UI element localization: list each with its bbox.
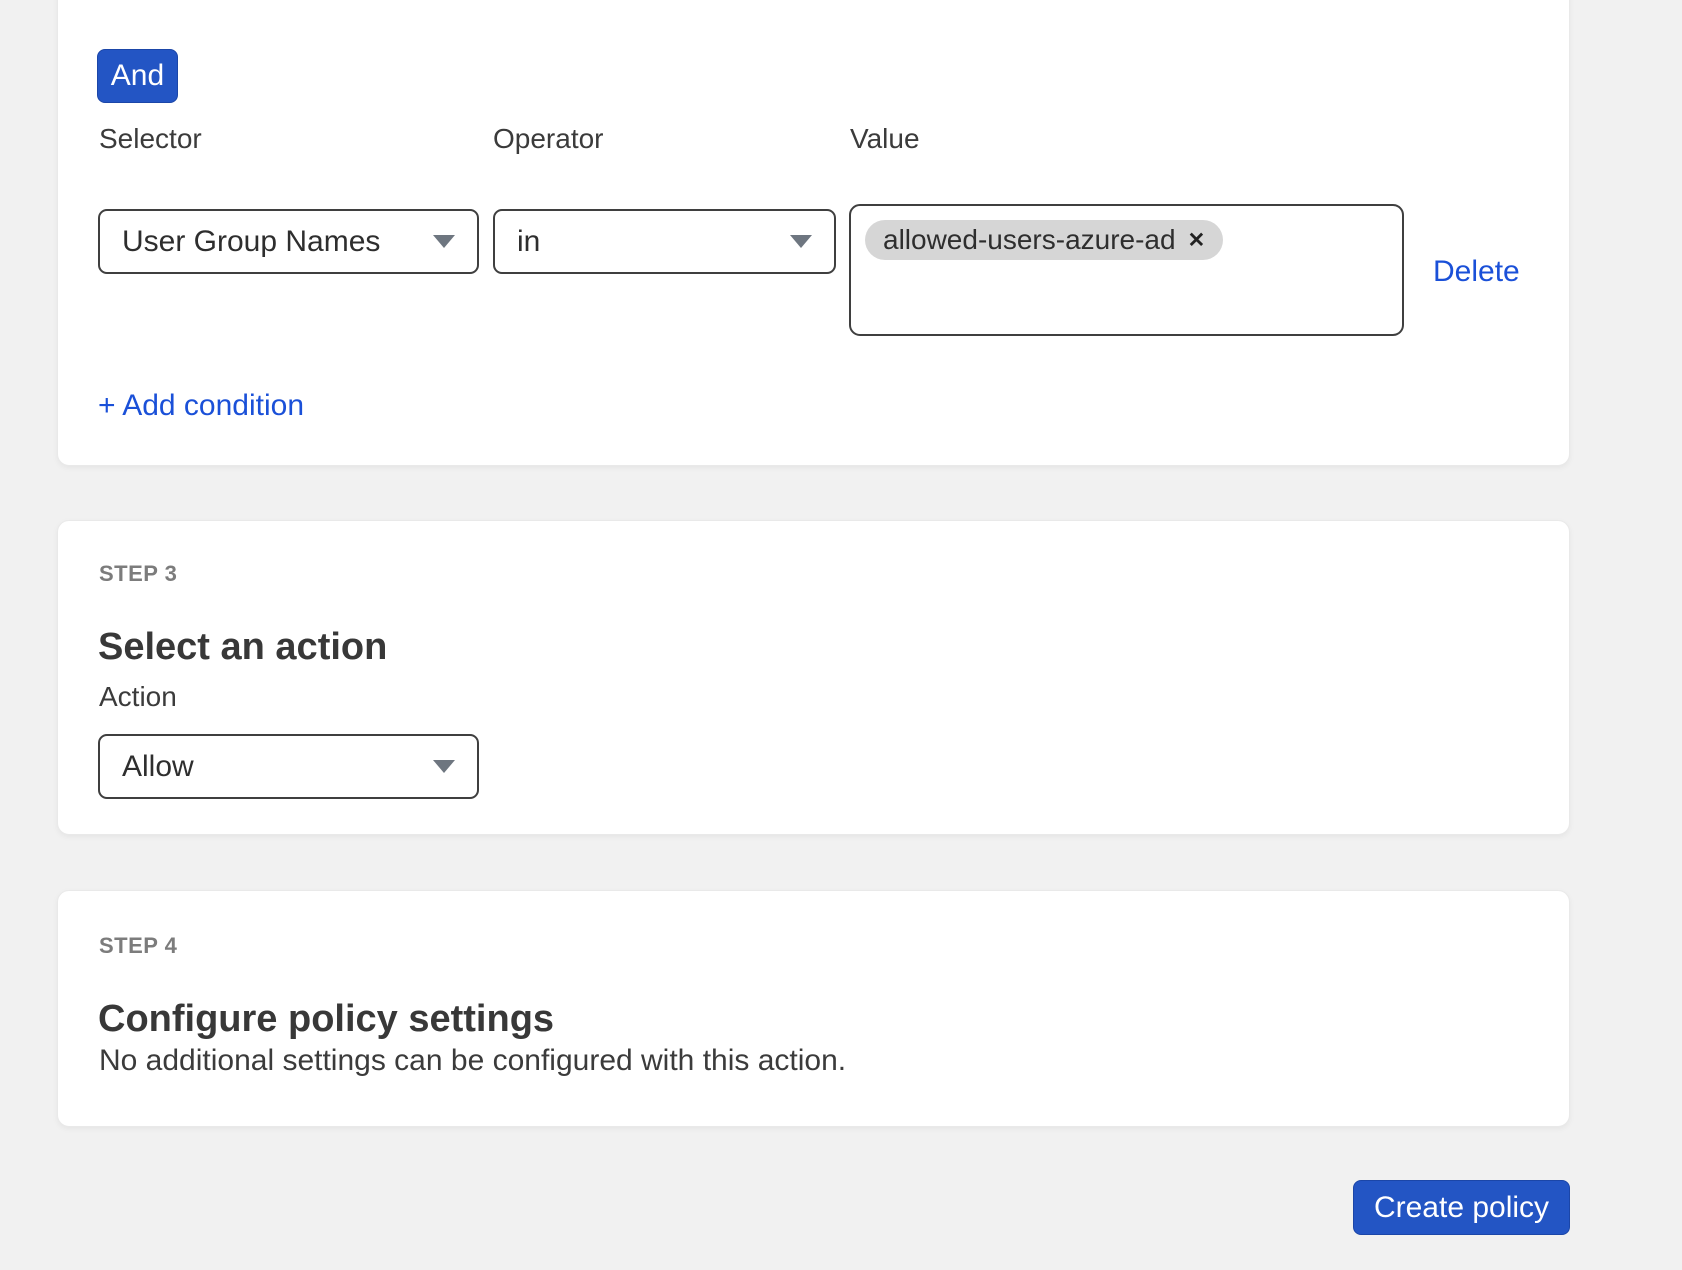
chevron-down-icon (433, 760, 455, 773)
step4-title: Configure policy settings (98, 998, 554, 1041)
chevron-down-icon (790, 235, 812, 248)
action-dropdown[interactable]: Allow (98, 734, 479, 799)
value-tag-text: allowed-users-azure-ad (883, 224, 1176, 256)
selector-dropdown[interactable]: User Group Names (98, 209, 479, 274)
step4-label: STEP 4 (99, 933, 177, 959)
operator-label: Operator (493, 123, 604, 155)
step3-card: STEP 3 Select an action Action Allow (57, 520, 1570, 835)
step3-title: Select an action (98, 626, 387, 669)
policy-builder-page: And Selector Operator Value User Group N… (0, 0, 1682, 1270)
value-multiselect-input[interactable]: allowed-users-azure-ad ✕ (849, 204, 1404, 336)
delete-condition-link[interactable]: Delete (1433, 255, 1520, 289)
value-tag: allowed-users-azure-ad ✕ (865, 220, 1223, 260)
operator-dropdown-value: in (517, 225, 778, 259)
step3-label: STEP 3 (99, 561, 177, 587)
tag-remove-icon[interactable]: ✕ (1188, 230, 1206, 251)
condition-card: And Selector Operator Value User Group N… (57, 0, 1570, 466)
selector-dropdown-value: User Group Names (122, 225, 421, 259)
action-label: Action (99, 681, 177, 713)
selector-label: Selector (99, 123, 202, 155)
action-dropdown-value: Allow (122, 750, 421, 784)
step4-card: STEP 4 Configure policy settings No addi… (57, 890, 1570, 1127)
step4-description: No additional settings can be configured… (99, 1044, 846, 1078)
and-operator-button[interactable]: And (97, 49, 178, 103)
add-condition-link[interactable]: + Add condition (98, 389, 304, 423)
value-label: Value (850, 123, 920, 155)
operator-dropdown[interactable]: in (493, 209, 836, 274)
chevron-down-icon (433, 235, 455, 248)
create-policy-button[interactable]: Create policy (1353, 1180, 1570, 1235)
